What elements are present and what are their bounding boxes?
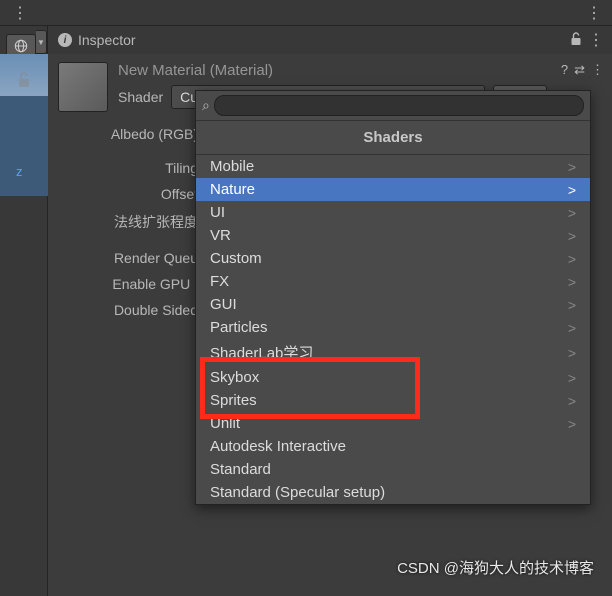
chevron-right-icon: > xyxy=(568,228,576,244)
popup-item-label: GUI xyxy=(210,296,237,313)
popup-item-label: Unlit xyxy=(210,415,240,432)
popup-item[interactable]: Skybox > xyxy=(196,366,590,389)
chevron-down-icon[interactable]: ▼ xyxy=(36,30,47,54)
search-icon: ⌕ xyxy=(202,97,210,114)
popup-item[interactable]: UI > xyxy=(196,201,590,224)
popup-item-label: Standard (Specular setup) xyxy=(210,484,385,501)
albedo-label: Albedo (RGB) xyxy=(48,126,208,142)
gpu-label: Enable GPU I xyxy=(48,276,208,292)
inspector-tab[interactable]: i Inspector ⋮ xyxy=(48,26,612,54)
popup-item[interactable]: Standard> xyxy=(196,458,590,481)
chevron-right-icon: > xyxy=(568,182,576,198)
popup-item-label: Sprites xyxy=(210,392,257,409)
offset-label: Offset xyxy=(48,186,208,202)
popup-item-label: ShaderLab学习 xyxy=(210,342,313,363)
window-top-bar: ⋮ ⋮ xyxy=(0,0,612,26)
popup-item-label: UI xyxy=(210,204,225,221)
chevron-right-icon: > xyxy=(568,416,576,432)
popup-item[interactable]: Autodesk Interactive> xyxy=(196,435,590,458)
chevron-right-icon: > xyxy=(568,205,576,221)
popup-item[interactable]: VR > xyxy=(196,224,590,247)
chevron-right-icon: > xyxy=(568,297,576,313)
tab-label: Inspector xyxy=(78,32,136,48)
popup-item[interactable]: Nature > xyxy=(196,178,590,201)
popup-item[interactable]: Standard (Specular setup)> xyxy=(196,481,590,504)
chevron-right-icon: > xyxy=(568,370,576,386)
popup-item[interactable]: Mobile > xyxy=(196,155,590,178)
popup-item[interactable]: Unlit > xyxy=(196,412,590,435)
popup-item-label: FX xyxy=(210,273,229,290)
chevron-right-icon: > xyxy=(568,320,576,336)
preset-icon[interactable]: ⇄ xyxy=(574,62,585,78)
popup-item-label: Custom xyxy=(210,250,262,267)
popup-item-label: Particles xyxy=(210,319,268,336)
chevron-right-icon: > xyxy=(568,251,576,267)
lock-icon[interactable] xyxy=(17,72,47,91)
popup-item-label: VR xyxy=(210,227,231,244)
kebab-icon[interactable]: ⋮ xyxy=(12,3,26,23)
kebab-icon[interactable]: ⋮ xyxy=(591,62,602,78)
material-title: New Material (Material) xyxy=(118,62,547,79)
popup-item[interactable]: FX > xyxy=(196,270,590,293)
material-thumbnail[interactable] xyxy=(58,62,108,112)
popup-items: Mobile>Nature>UI>VR>Custom>FX>GUI>Partic… xyxy=(196,155,590,504)
shader-popup: ⌕ Shaders Mobile > Nature > UI > VR > Custom > FX >… xyxy=(195,90,591,505)
popup-item-label: Skybox xyxy=(210,369,259,386)
popup-item-label: Standard xyxy=(210,461,271,478)
render-queue-label: Render Queu xyxy=(48,250,208,266)
watermark: CSDN @海狗大人的技术博客 xyxy=(397,557,594,578)
chevron-right-icon: > xyxy=(568,393,576,409)
popup-item[interactable]: Particles > xyxy=(196,316,590,339)
popup-item-label: Mobile xyxy=(210,158,254,175)
lock-icon[interactable] xyxy=(570,32,582,49)
info-icon: i xyxy=(58,33,72,47)
chevron-right-icon: > xyxy=(568,159,576,175)
kebab-icon[interactable]: ⋮ xyxy=(586,3,600,23)
popup-item[interactable]: Sprites > xyxy=(196,389,590,412)
help-icon[interactable]: ? xyxy=(561,62,568,78)
search-input[interactable] xyxy=(214,95,584,116)
kebab-icon[interactable]: ⋮ xyxy=(588,30,602,50)
popup-item[interactable]: Custom > xyxy=(196,247,590,270)
popup-item[interactable]: ShaderLab学习 > xyxy=(196,339,590,366)
expand-label: 法线扩张程度 xyxy=(48,212,208,232)
axis-z-label: z xyxy=(16,164,23,179)
chevron-right-icon: > xyxy=(568,345,576,361)
popup-header: Shaders xyxy=(196,121,590,155)
popup-item-label: Autodesk Interactive xyxy=(210,438,346,455)
shader-label: Shader xyxy=(118,89,163,105)
popup-item-label: Nature xyxy=(210,181,255,198)
double-sided-label: Double Sided xyxy=(48,302,208,318)
chevron-right-icon: > xyxy=(568,274,576,290)
popup-item[interactable]: GUI > xyxy=(196,293,590,316)
left-toolbar: ▼ z xyxy=(0,26,48,596)
tiling-label: Tiling xyxy=(48,160,208,176)
